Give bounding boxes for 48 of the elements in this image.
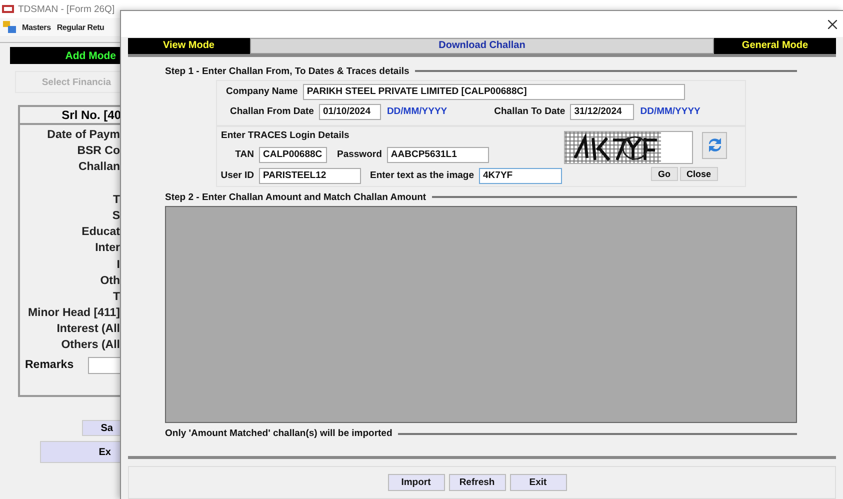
field-label: Challan From Date <box>230 106 314 118</box>
refresh-button[interactable] <box>702 132 728 159</box>
field-label: Company Name <box>226 86 298 98</box>
field-label: T <box>112 290 121 305</box>
field-label: Minor Head [411] <box>26 307 121 322</box>
field-label: Educat <box>80 226 121 240</box>
date-format-hint: DD/MM/YYYY <box>386 106 448 118</box>
user-id-field[interactable]: PARISTEEL12 <box>259 168 361 184</box>
field-label: S <box>111 210 121 224</box>
field-label: User ID <box>220 170 254 182</box>
field-label: BSR Co <box>76 145 121 160</box>
field-label: TAN <box>234 149 254 160</box>
company-name-field[interactable]: PARIKH STEEL PRIVATE LIMITED [CALP00688C] <box>302 84 685 100</box>
go-button[interactable]: Go <box>651 166 678 181</box>
menu-item[interactable]: Regular Retu <box>56 22 104 32</box>
field-label: Challan To Date <box>494 106 566 118</box>
mode-label: View Mode <box>128 38 250 54</box>
field-label: Others (All <box>60 339 121 354</box>
import-note: Only 'Amount Matched' challan(s) will be imported <box>165 428 392 440</box>
exit-button[interactable]: Exit <box>510 474 566 492</box>
field-label: Password <box>337 149 382 160</box>
dialog-heading: Download Challan <box>250 38 714 54</box>
tan-field[interactable]: CALP00688C <box>259 146 327 163</box>
remarks-label: Remarks <box>25 359 74 372</box>
mode-label: General Mode <box>714 38 836 54</box>
close-button[interactable]: Close <box>680 166 718 181</box>
date-format-hint: DD/MM/YYYY <box>640 106 700 118</box>
field-label: Oth <box>99 274 121 289</box>
from-date-field[interactable]: 01/10/2024 <box>318 104 381 120</box>
field-label: Date of Paym <box>46 129 121 143</box>
close-icon[interactable] <box>828 20 837 29</box>
import-button[interactable]: Import <box>388 474 444 492</box>
field-label: I <box>116 258 121 272</box>
field-label: Interest (All <box>56 323 121 338</box>
group-title: Enter TRACES Login Details <box>220 130 350 141</box>
password-field[interactable]: AABCP5631L1 <box>386 146 489 163</box>
window-title: TDSMAN - [Form 26Q] <box>18 4 115 14</box>
field-label: Inter <box>94 242 121 256</box>
menu-item[interactable]: Masters <box>22 22 51 32</box>
captcha-field[interactable]: 4K7YF <box>479 168 562 184</box>
field-label: Challan <box>77 161 121 176</box>
field-label: T <box>112 194 121 208</box>
field-label: Enter text as the image <box>370 170 474 182</box>
menu-icon[interactable] <box>3 21 16 33</box>
to-date-field[interactable]: 31/12/2024 <box>570 104 634 120</box>
section-title: Step 1 - Enter Challan From, To Dates & Traces details <box>165 66 410 77</box>
refresh-button[interactable]: Refresh <box>448 474 506 492</box>
section-title: Step 2 - Enter Challan Amount and Match Challan Amount <box>165 192 426 203</box>
